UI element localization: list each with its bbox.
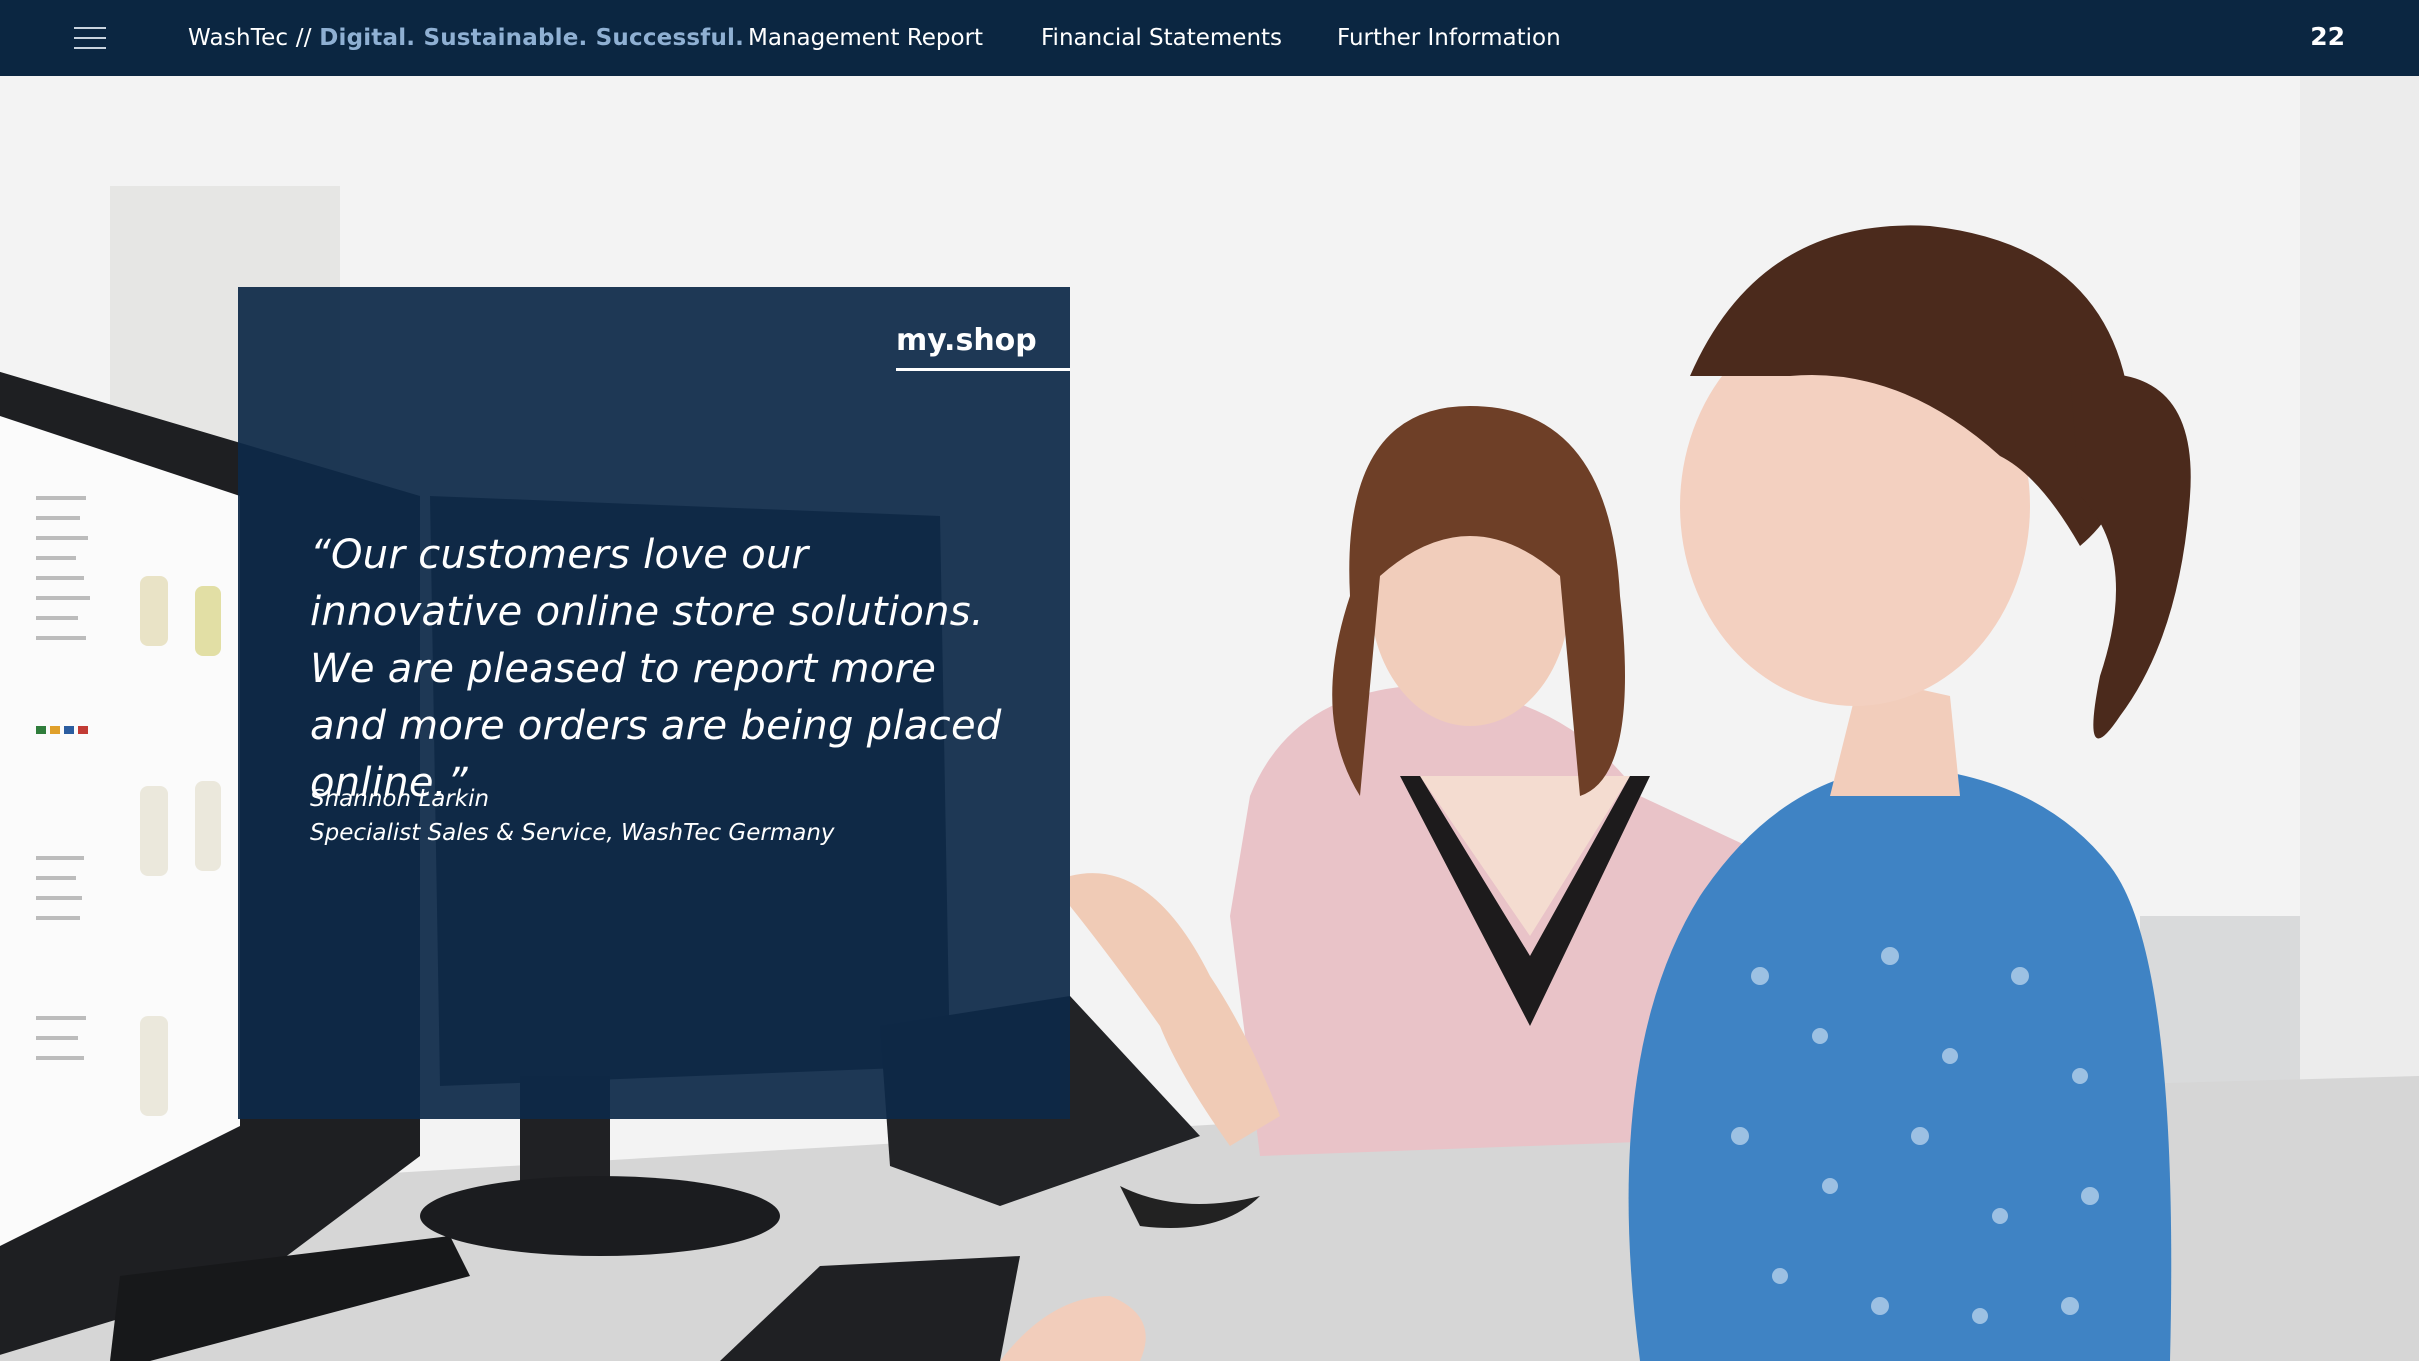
page-number: 22 bbox=[2310, 22, 2345, 51]
top-navigation-bar: WashTec // Digital. Sustainable. Success… bbox=[0, 0, 2419, 76]
nav-financial-statements[interactable]: Financial Statements bbox=[1041, 25, 1282, 51]
quote-card: my.shop “Our customers love our innovati… bbox=[238, 287, 1070, 1119]
menu-line bbox=[74, 27, 106, 29]
testimonial-author: Shannon Larkin Specialist Sales & Servic… bbox=[310, 782, 1010, 850]
menu-line bbox=[74, 47, 106, 49]
hamburger-menu-icon[interactable] bbox=[74, 24, 106, 52]
author-title: Specialist Sales & Service, WashTec Germ… bbox=[310, 820, 835, 846]
nav-management-report[interactable]: Management Report bbox=[748, 25, 983, 51]
testimonial-quote: “Our customers love our innovative onlin… bbox=[310, 532, 1002, 806]
nav-further-information[interactable]: Further Information bbox=[1337, 25, 1561, 51]
menu-line bbox=[74, 37, 106, 39]
brand-tagline: Digital. Sustainable. Successful. bbox=[319, 25, 745, 51]
card-tag: my.shop bbox=[896, 323, 1070, 371]
brand-name: WashTec // bbox=[188, 25, 312, 51]
brand-link[interactable]: WashTec // Digital. Sustainable. Success… bbox=[188, 25, 744, 51]
author-name: Shannon Larkin bbox=[310, 786, 490, 812]
